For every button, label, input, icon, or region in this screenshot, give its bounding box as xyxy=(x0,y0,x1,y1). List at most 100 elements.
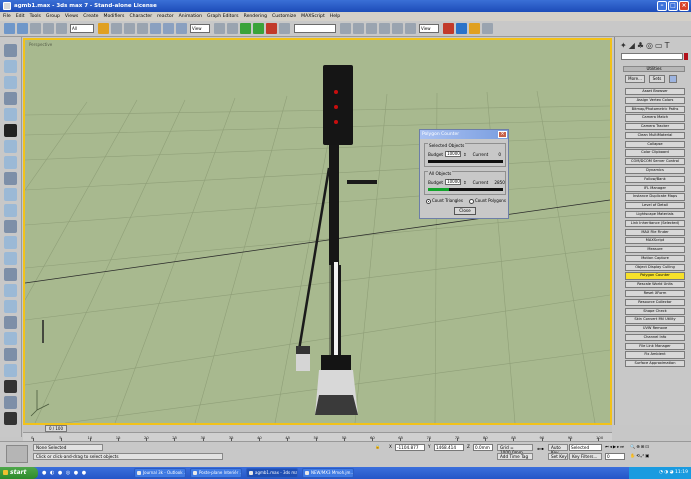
object-name-field[interactable] xyxy=(621,53,683,60)
selection-filter-dropdown[interactable]: All xyxy=(70,24,94,33)
select-and-link-icon[interactable] xyxy=(30,23,41,34)
utility-button[interactable]: Surface Approximation xyxy=(625,360,685,368)
schematic-view-icon[interactable] xyxy=(392,23,403,34)
percent-snap-icon[interactable] xyxy=(266,23,277,34)
start-button[interactable]: start xyxy=(0,467,38,479)
taskbar-item[interactable]: Poste-plane Interiér ... xyxy=(190,468,242,478)
named-selection-sets-dropdown[interactable] xyxy=(294,24,336,33)
minimize-button[interactable]: – xyxy=(657,1,667,11)
left-tool-14-icon[interactable] xyxy=(4,252,17,265)
render-last-icon[interactable] xyxy=(469,23,480,34)
bind-space-warp-icon[interactable] xyxy=(56,23,67,34)
utility-button[interactable]: Camera Match xyxy=(625,114,685,122)
undo-icon[interactable] xyxy=(4,23,15,34)
close-dialog-button[interactable]: Close xyxy=(454,207,476,215)
create-tab-icon[interactable]: ✦ xyxy=(620,41,627,50)
select-by-name-icon[interactable] xyxy=(111,23,122,34)
x-coordinate-field[interactable]: -1104.877 xyxy=(395,444,425,451)
set-key-button[interactable]: Set Key xyxy=(548,453,568,460)
utility-button[interactable]: Rescale World Units xyxy=(625,281,685,289)
select-manipulate-icon[interactable] xyxy=(227,23,238,34)
move-icon[interactable] xyxy=(150,23,161,34)
utility-button[interactable]: Lightscape Materials xyxy=(625,210,685,219)
utility-button[interactable]: Reset XForm xyxy=(625,289,685,298)
left-tool-5-icon[interactable] xyxy=(4,108,17,121)
left-tool-21-icon[interactable] xyxy=(4,364,17,377)
playback-controls[interactable]: ⏮◂▶▸⏭ xyxy=(605,444,625,450)
utility-button[interactable]: Resource Collector xyxy=(625,298,685,306)
radio-polygons[interactable] xyxy=(468,198,474,204)
display-tab-icon[interactable]: ▭ xyxy=(655,41,663,50)
select-object-icon[interactable] xyxy=(98,23,109,34)
z-coordinate-field[interactable]: 0.0mm xyxy=(473,444,493,451)
left-tool-2-icon[interactable] xyxy=(4,60,17,73)
menu-reactor[interactable]: reactor xyxy=(157,12,173,21)
menu-customize[interactable]: Customize xyxy=(272,12,296,21)
key-filters-button[interactable]: Key Filters... xyxy=(569,453,602,460)
utility-button[interactable]: UVW Remove xyxy=(625,325,685,333)
utility-button[interactable]: Bitmap/Photometric Paths xyxy=(625,105,685,113)
utility-button[interactable]: Asset Browser xyxy=(625,88,685,96)
menu-help[interactable]: Help xyxy=(330,12,340,21)
left-tool-19-icon[interactable] xyxy=(4,332,17,345)
menu-views[interactable]: Views xyxy=(65,12,78,21)
left-tool-4-icon[interactable] xyxy=(4,92,17,105)
left-tool-23-icon[interactable] xyxy=(4,396,17,409)
layer-manager-icon[interactable] xyxy=(366,23,377,34)
all-budget-field[interactable]: 10000 xyxy=(445,179,462,185)
taskbar-item-active[interactable]: agmb1.max - 3ds ma... xyxy=(246,468,298,478)
utility-button[interactable]: Camera Tracker xyxy=(625,123,685,131)
left-tool-12-icon[interactable] xyxy=(4,220,17,233)
utility-button[interactable]: Motion Capture xyxy=(625,254,685,263)
time-slider-thumb[interactable]: 0 / 100 xyxy=(45,425,67,432)
utility-button[interactable]: COM/DCOM Server Control xyxy=(625,158,685,166)
material-editor-icon[interactable] xyxy=(405,23,416,34)
quick-render-icon[interactable] xyxy=(456,23,467,34)
count-polygons-option[interactable]: Count Polygons xyxy=(468,198,506,204)
render-type-dropdown[interactable]: View xyxy=(419,24,439,33)
key-mode-dropdown[interactable]: Selected xyxy=(569,444,602,451)
utility-button[interactable]: Object Display Culling xyxy=(625,263,685,271)
utility-button[interactable]: Measure xyxy=(625,246,685,254)
left-tool-22-icon[interactable] xyxy=(4,380,17,393)
angle-snap-icon[interactable] xyxy=(253,23,264,34)
selected-budget-field[interactable]: 10000 xyxy=(445,151,462,157)
unlink-icon[interactable] xyxy=(43,23,54,34)
curve-editor-icon[interactable] xyxy=(379,23,390,34)
left-tool-20-icon[interactable] xyxy=(4,348,17,361)
perspective-viewport[interactable]: Perspective xyxy=(23,38,612,425)
render-scene-icon[interactable] xyxy=(443,23,454,34)
taskbar-item[interactable]: NEW/MX3 Mmoh.jm... xyxy=(302,468,354,478)
left-tool-9-icon[interactable] xyxy=(4,172,17,185)
utility-button[interactable]: Instance Duplicate Maps xyxy=(625,193,685,201)
utility-button[interactable]: Follow/Bank xyxy=(625,175,685,183)
left-tool-8-icon[interactable] xyxy=(4,156,17,169)
menu-edit[interactable]: Edit xyxy=(16,12,25,21)
viewport-nav-controls-2[interactable]: ✋⟲⤢▣ xyxy=(630,453,650,459)
left-tool-15-icon[interactable] xyxy=(4,268,17,281)
set-key-mode-icon[interactable]: ⊶ xyxy=(537,446,544,453)
menu-animation[interactable]: Animation xyxy=(179,12,202,21)
viewport-nav-controls[interactable]: 🔍⊕⊞⊡ xyxy=(630,444,650,450)
count-triangles-option[interactable]: Count Triangles xyxy=(426,198,463,204)
active-shade-icon[interactable] xyxy=(482,23,493,34)
left-tool-11-icon[interactable] xyxy=(4,204,17,217)
utility-button[interactable]: Color Clipboard xyxy=(625,149,685,157)
mirror-icon[interactable] xyxy=(340,23,351,34)
snap-toggle-icon[interactable] xyxy=(240,23,251,34)
track-bar[interactable]: 0510152025303540455055606570758085909510… xyxy=(23,432,612,441)
reference-coordinate-dropdown[interactable]: View xyxy=(190,24,210,33)
menu-graph-editors[interactable]: Graph Editors xyxy=(207,12,239,21)
rotate-icon[interactable] xyxy=(163,23,174,34)
spinner-snap-icon[interactable] xyxy=(279,23,290,34)
utility-button[interactable]: Assign Vertex Colors xyxy=(625,96,685,104)
menu-file[interactable]: File xyxy=(3,12,11,21)
current-frame-field[interactable]: 0 xyxy=(605,453,625,460)
time-slider[interactable]: 0 / 100 xyxy=(23,425,612,432)
utility-button[interactable]: Fix Ambient xyxy=(625,351,685,359)
menu-modifiers[interactable]: Modifiers xyxy=(103,12,124,21)
align-icon[interactable] xyxy=(353,23,364,34)
utility-button[interactable]: Collapse xyxy=(625,140,685,148)
utility-button[interactable]: Link Inheritance (Selected) xyxy=(625,219,685,227)
y-coordinate-field[interactable]: 1468.414 xyxy=(434,444,464,451)
